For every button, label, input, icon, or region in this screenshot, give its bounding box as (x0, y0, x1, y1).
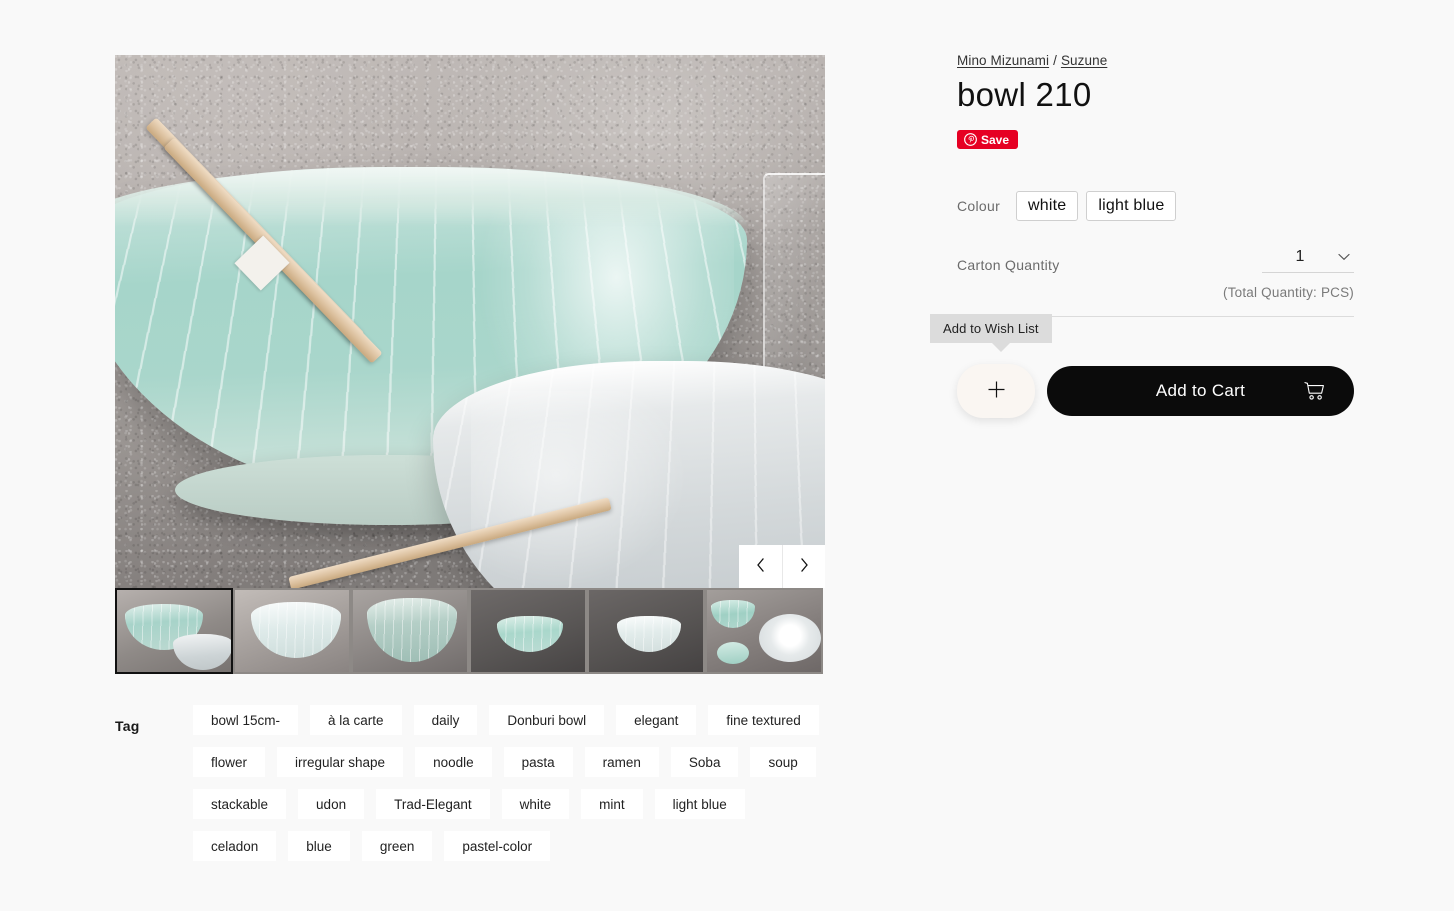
product-gallery (115, 55, 825, 674)
gallery-nav (739, 545, 825, 588)
colour-option-row: Colour white light blue (957, 191, 1354, 222)
chevron-left-icon (755, 558, 766, 575)
breadcrumb: Mino Mizunami / Suzune (957, 53, 1354, 68)
thumbnail-strip (115, 588, 825, 674)
breadcrumb-series-link[interactable]: Suzune (1061, 53, 1107, 68)
carton-quantity-label: Carton Quantity (957, 257, 1060, 274)
tag-item[interactable]: elegant (616, 705, 697, 735)
product-info-panel: Mino Mizunami / Suzune bowl 210 Save Colou… (930, 53, 1354, 419)
glass-tumbler (763, 173, 825, 388)
tag-item[interactable]: blue (288, 831, 350, 861)
chevron-down-icon (1338, 248, 1350, 266)
carton-quantity-select[interactable]: 1 (1262, 248, 1354, 274)
tag-item[interactable]: Donburi bowl (489, 705, 605, 735)
tag-item[interactable]: soup (750, 747, 816, 777)
pinterest-save-button[interactable]: Save (957, 130, 1019, 150)
colour-label: Colour (957, 198, 1001, 215)
gallery-prev-button[interactable] (739, 545, 782, 588)
pinterest-save-label: Save (981, 132, 1010, 147)
tag-item[interactable]: pasta (503, 747, 573, 777)
thumbnail-item[interactable] (233, 588, 351, 674)
plus-icon (987, 380, 1006, 402)
add-to-wishlist-button[interactable] (957, 364, 1035, 419)
total-quantity-note: (Total Quantity: PCS) (1223, 285, 1354, 301)
tag-item[interactable]: Trad-Elegant (376, 789, 490, 819)
tag-item[interactable]: bowl 15cm- (193, 705, 299, 735)
carton-quantity-row: Carton Quantity 1 (957, 248, 1354, 274)
tag-section: Tag bowl 15cm- à la carte daily Donburi … (115, 705, 855, 861)
tag-item[interactable]: udon (298, 789, 365, 819)
tag-item[interactable]: celadon (193, 831, 277, 861)
tag-section-label: Tag (115, 718, 140, 734)
colour-option-light-blue[interactable]: light blue (1086, 191, 1177, 222)
breadcrumb-brand-link[interactable]: Mino Mizunami (957, 53, 1049, 68)
tag-item[interactable]: noodle (415, 747, 492, 777)
action-buttons: Add to Wish List Add to Cart (930, 314, 1354, 419)
tag-list: bowl 15cm- à la carte daily Donburi bowl… (193, 705, 833, 861)
wishlist-tooltip: Add to Wish List (930, 314, 1052, 353)
shopping-cart-icon (1304, 381, 1326, 401)
colour-option-white[interactable]: white (1016, 191, 1079, 222)
page-title: bowl 210 (957, 76, 1092, 113)
thumbnail-item[interactable] (705, 588, 823, 674)
colour-options: white light blue (1016, 191, 1177, 222)
tag-item[interactable]: green (361, 831, 433, 861)
hero-image[interactable] (115, 55, 825, 588)
add-to-cart-button[interactable]: Add to Cart (1047, 366, 1354, 417)
tag-item[interactable]: fine textured (708, 705, 819, 735)
tag-item[interactable]: white (501, 789, 570, 819)
tag-item[interactable]: stackable (193, 789, 287, 819)
pinterest-icon (964, 133, 977, 147)
tag-item[interactable]: flower (193, 747, 266, 777)
add-to-cart-label: Add to Cart (1155, 381, 1246, 401)
thumbnail-item[interactable] (351, 588, 469, 674)
gallery-next-button[interactable] (782, 545, 825, 588)
breadcrumb-separator: / (1053, 53, 1057, 68)
product-detail-page: Tag bowl 15cm- à la carte daily Donburi … (0, 0, 1454, 911)
tag-item[interactable]: pastel-color (444, 831, 551, 861)
tag-item[interactable]: à la carte (310, 705, 402, 735)
thumbnail-item[interactable] (469, 588, 587, 674)
tag-item[interactable]: daily (413, 705, 478, 735)
tag-item[interactable]: Soba (670, 747, 739, 777)
tag-item[interactable]: mint (581, 789, 643, 819)
tag-item[interactable]: ramen (584, 747, 659, 777)
thumbnail-item[interactable] (587, 588, 705, 674)
tag-item[interactable]: light blue (654, 789, 745, 819)
carton-quantity-value: 1 (1295, 248, 1305, 266)
chevron-right-icon (799, 558, 810, 575)
thumbnail-item[interactable] (115, 588, 233, 674)
tag-item[interactable]: irregular shape (277, 747, 404, 777)
